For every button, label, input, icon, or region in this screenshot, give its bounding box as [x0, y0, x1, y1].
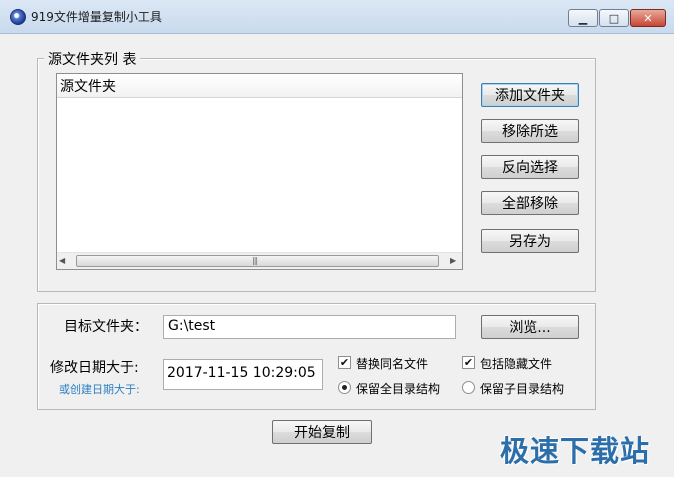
- scroll-right-icon[interactable]: ▶: [450, 256, 456, 265]
- minimize-icon: ▁: [578, 11, 588, 25]
- date-input[interactable]: 2017-11-15 10:29:05: [163, 359, 323, 390]
- window-title: 919文件增量复制小工具: [31, 10, 162, 24]
- save-as-button[interactable]: 另存为: [481, 229, 579, 253]
- start-copy-button[interactable]: 开始复制: [272, 420, 372, 444]
- title-bar: 919文件增量复制小工具 ▁ □ ✕: [0, 0, 674, 34]
- app-icon: [10, 9, 26, 25]
- target-folder-label: 目标文件夹：: [64, 319, 148, 335]
- include-hidden-label[interactable]: 包括隐藏文件: [480, 355, 552, 372]
- add-folder-button[interactable]: 添加文件夹: [481, 83, 579, 107]
- replace-same-name-checkbox[interactable]: ✔: [338, 356, 351, 369]
- close-button[interactable]: ✕: [630, 9, 666, 27]
- list-column-header[interactable]: 源文件夹: [57, 74, 462, 98]
- keep-sub-structure-radio[interactable]: [462, 381, 475, 394]
- minimize-button[interactable]: ▁: [568, 9, 598, 27]
- horizontal-scrollbar[interactable]: ◀ ||| ▶: [57, 252, 462, 269]
- scroll-grip-icon: |||: [252, 256, 258, 265]
- reverse-selection-button[interactable]: 反向选择: [481, 155, 579, 179]
- maximize-icon: □: [608, 11, 620, 25]
- created-date-link[interactable]: 或创建日期大于:: [59, 381, 140, 397]
- browse-button[interactable]: 浏览...: [481, 315, 579, 339]
- remove-all-button[interactable]: 全部移除: [481, 191, 579, 215]
- keep-full-structure-label[interactable]: 保留全目录结构: [356, 380, 440, 397]
- source-folder-group-title: 源文件夹列 表: [44, 49, 141, 69]
- keep-sub-structure-label[interactable]: 保留子目录结构: [480, 380, 564, 397]
- site-watermark: 极速下载站: [500, 434, 651, 468]
- modified-date-label: 修改日期大于:: [50, 360, 139, 376]
- scroll-thumb[interactable]: |||: [76, 255, 439, 267]
- close-icon: ✕: [643, 11, 653, 25]
- maximize-button[interactable]: □: [599, 9, 629, 27]
- include-hidden-checkbox[interactable]: ✔: [462, 356, 475, 369]
- scroll-left-icon[interactable]: ◀: [59, 256, 65, 265]
- source-folder-list[interactable]: 源文件夹 ◀ ||| ▶: [56, 73, 463, 270]
- target-folder-input[interactable]: G:\test: [163, 315, 456, 339]
- keep-full-structure-radio[interactable]: [338, 381, 351, 394]
- remove-selected-button[interactable]: 移除所选: [481, 119, 579, 143]
- replace-same-name-label[interactable]: 替换同名文件: [356, 355, 428, 372]
